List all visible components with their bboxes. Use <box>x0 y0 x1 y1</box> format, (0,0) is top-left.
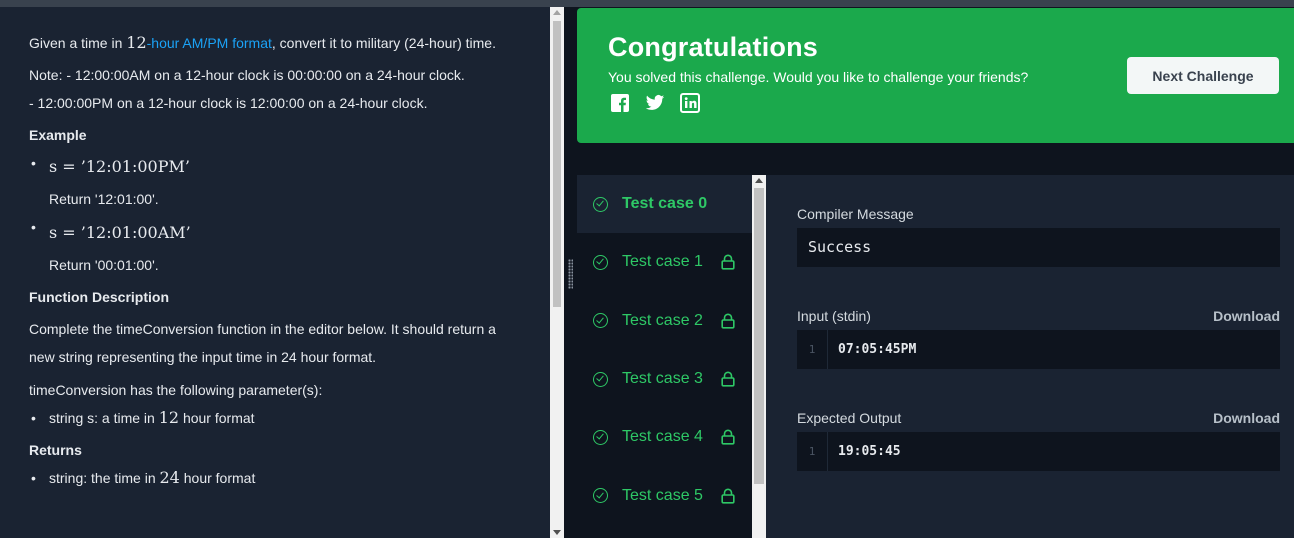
example-return-2: Return '00:01:00'. <box>49 257 159 273</box>
example-item-1: s = ’12:01:00PM’ <box>29 149 521 181</box>
lock-icon <box>721 429 735 445</box>
next-challenge-button[interactable]: Next Challenge <box>1127 57 1279 94</box>
expected-download-link[interactable]: Download <box>1213 410 1280 426</box>
note-line-2: - 12:00:00PM on a 12-hour clock is 12:00… <box>29 95 428 111</box>
congratulations-banner: Congratulations You solved this challeng… <box>577 8 1294 143</box>
returns-heading: Returns <box>29 442 82 458</box>
expected-output-label: Expected Output <box>797 410 902 426</box>
compiler-message-box: Success <box>797 228 1280 267</box>
problem-scrollbar[interactable] <box>550 7 564 538</box>
format-link[interactable]: -hour AM/PM format <box>147 35 272 51</box>
function-heading: Function Description <box>29 289 169 305</box>
tab-test-case-4[interactable]: Test case 4 <box>577 408 752 466</box>
banner-subtitle: You solved this challenge. Would you lik… <box>608 69 1029 85</box>
params-list: string s: a time in 12 hour format <box>29 404 521 432</box>
params-text: timeConversion has the following paramet… <box>29 382 323 398</box>
top-bar <box>0 0 1294 7</box>
tab-test-case-3[interactable]: Test case 3 <box>577 350 752 408</box>
line-number: 1 <box>797 432 828 471</box>
example-heading: Example <box>29 127 87 143</box>
lock-icon <box>721 371 735 387</box>
test-result-panel: Compiler Message Success Input (stdin) D… <box>766 175 1294 538</box>
social-share <box>610 93 700 113</box>
scroll-up-icon[interactable] <box>755 178 763 183</box>
return-item: string: the time in 24 hour format <box>29 464 521 492</box>
input-value: 07:05:45PM <box>838 342 917 357</box>
note-line-1: Note: - 12:00:00AM on a 12-hour clock is… <box>29 67 465 83</box>
facebook-icon[interactable] <box>610 93 630 113</box>
scrollbar-thumb[interactable] <box>754 188 764 484</box>
test-case-scrollbar[interactable] <box>752 175 766 538</box>
lock-icon <box>721 254 735 271</box>
pane-splitter[interactable] <box>564 7 577 538</box>
check-circle-icon <box>593 254 608 270</box>
input-box: 1 07:05:45PM <box>797 330 1280 369</box>
input-download-link[interactable]: Download <box>1213 308 1280 324</box>
lock-icon <box>721 313 735 329</box>
problem-intro: Given a time in 12-hour AM/PM format, co… <box>29 33 496 52</box>
check-circle-icon <box>593 488 608 504</box>
lock-icon <box>721 488 735 504</box>
returns-list: string: the time in 24 hour format <box>29 464 521 492</box>
example-return-1: Return '12:01:00'. <box>49 191 159 207</box>
twitter-icon[interactable] <box>645 93 665 113</box>
check-circle-icon <box>593 313 608 329</box>
problem-statement: Given a time in 12-hour AM/PM format, co… <box>0 7 550 538</box>
linkedin-icon[interactable] <box>680 93 700 113</box>
tab-test-case-1[interactable]: Test case 1 <box>577 233 752 291</box>
test-case-list: Test case 0 Test case 1 Test case 2 Test… <box>577 175 752 538</box>
banner-title: Congratulations <box>608 32 818 62</box>
compiler-message-label: Compiler Message <box>797 206 914 222</box>
scrollbar-thumb[interactable] <box>553 21 561 307</box>
check-circle-icon <box>593 429 608 445</box>
scroll-up-icon[interactable] <box>553 10 561 15</box>
check-circle-icon <box>593 196 608 212</box>
expected-value: 19:05:45 <box>838 444 901 459</box>
tab-test-case-2[interactable]: Test case 2 <box>577 292 752 350</box>
function-description: Complete the timeConversion function in … <box>29 321 496 365</box>
example-item-2: s = ’12:01:00AM’ <box>29 213 521 247</box>
expected-output-box: 1 19:05:45 <box>797 432 1280 471</box>
drag-handle-icon[interactable] <box>568 259 573 289</box>
tab-test-case-5[interactable]: Test case 5 <box>577 466 752 524</box>
tab-test-case-0[interactable]: Test case 0 <box>577 175 752 234</box>
check-circle-icon <box>593 371 608 387</box>
input-label: Input (stdin) <box>797 308 871 324</box>
line-number: 1 <box>797 330 828 369</box>
example-list: s = ’12:01:00PM’ <box>29 149 521 181</box>
param-item: string s: a time in 12 hour format <box>29 404 521 432</box>
scroll-down-icon[interactable] <box>553 530 561 535</box>
math-twelve: 12 <box>126 33 147 52</box>
